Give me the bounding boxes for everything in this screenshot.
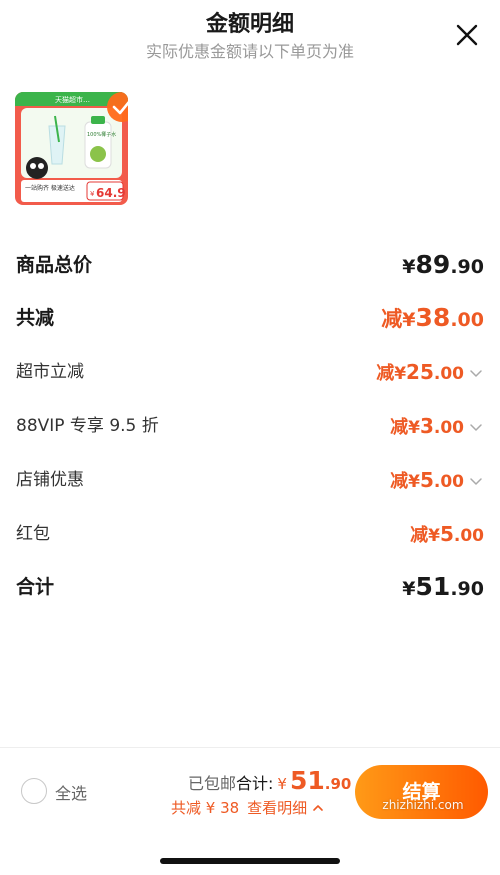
price-row-amount: ¥51.90: [402, 570, 484, 606]
amount-decimal: .00: [450, 309, 484, 331]
price-row: 合计 ¥51.90: [16, 570, 484, 604]
page-title: 金额明细: [205, 12, 294, 37]
view-detail-link[interactable]: 共减 ¥ 38 查看明细: [171, 797, 325, 818]
chevron-down-icon[interactable]: [468, 419, 484, 435]
currency-symbol: ¥: [402, 578, 416, 600]
price-row-amount: 减 ¥5.00: [410, 517, 484, 553]
price-row[interactable]: 店铺优惠 减 ¥5.00: [16, 463, 484, 497]
price-row-label: 超市立减: [16, 362, 84, 382]
price-row: 红包 减 ¥5.00: [16, 517, 484, 551]
amount-integer: 38: [415, 303, 451, 332]
discount-prefix: 减: [390, 417, 409, 438]
select-all-label: 全选: [55, 784, 88, 803]
currency-symbol: ¥: [408, 418, 420, 438]
chevron-up-icon: [313, 804, 323, 811]
price-row: 商品总价 ¥89.90: [16, 248, 484, 282]
amount-decimal: .00: [433, 418, 464, 438]
price-row-label: 共减: [16, 307, 55, 329]
close-icon: [456, 24, 478, 46]
product-tag-text: 100%椰子水: [87, 131, 116, 138]
total-amount-dec: .90: [324, 775, 352, 793]
total-amount-int: 51: [289, 766, 325, 795]
discount-summary: 共减 ¥ 38: [171, 799, 240, 817]
price-row[interactable]: 超市立减 减 ¥25.00: [16, 355, 484, 389]
page-subtitle: 实际优惠金额请以下单页为准: [145, 42, 354, 61]
currency-symbol: ¥: [408, 472, 420, 492]
amount-decimal: .90: [450, 578, 484, 600]
amount-integer: 51: [415, 572, 451, 601]
price-row-amount: 减 ¥3.00: [390, 409, 484, 445]
currency-symbol: ¥: [402, 256, 416, 278]
amount-decimal: .00: [453, 526, 484, 546]
discount-prefix: 减: [390, 471, 409, 492]
amount-decimal: .00: [433, 364, 464, 384]
currency-symbol: ¥: [394, 364, 407, 384]
price-badge-symbol: ¥: [90, 190, 95, 198]
amount-integer: 25: [406, 360, 434, 384]
price-row-label: 商品总价: [16, 254, 93, 276]
price-row-label: 合计: [16, 576, 55, 598]
amount-decimal: .90: [450, 256, 484, 278]
discount-prefix: 减: [376, 363, 395, 384]
amount-integer: 5: [439, 522, 454, 546]
price-row[interactable]: 88VIP 专享 9.5 折 减 ¥3.00: [16, 409, 484, 443]
discount-prefix: 减: [410, 525, 429, 546]
chevron-down-icon[interactable]: [468, 365, 484, 381]
price-row-label: 店铺优惠: [16, 470, 84, 490]
price-badge: 64.9: [96, 186, 126, 200]
currency-symbol: ¥: [428, 526, 440, 546]
price-row-label: 88VIP 专享 9.5 折: [16, 416, 159, 436]
price-row-amount: ¥89.90: [402, 248, 484, 284]
total-currency: ¥: [277, 775, 287, 793]
checkout-bar: 全选 已包邮 合计: ¥ 51 .90 共减 ¥ 38 查看明细 结算: [0, 747, 500, 875]
price-row: 共减 减 ¥38.00: [16, 301, 484, 335]
shipping-label: 已包邮: [188, 774, 237, 793]
close-button[interactable]: [454, 22, 480, 48]
amount-integer: 5: [419, 468, 434, 492]
product-banner-text: 天猫超市…: [55, 95, 90, 104]
price-row-amount: 减 ¥38.00: [381, 301, 484, 337]
detail-header: 金额明细 实际优惠金额请以下单页为准: [0, 0, 500, 70]
currency-symbol: ¥: [402, 309, 416, 331]
detail-link-label: 查看明细: [247, 799, 308, 817]
price-row-amount: 减 ¥5.00: [390, 463, 484, 499]
amount-decimal: .00: [433, 472, 464, 492]
home-indicator[interactable]: [160, 858, 340, 864]
amount-integer: 3: [419, 414, 434, 438]
total-summary: 已包邮 合计: ¥ 51 .90: [188, 766, 351, 795]
product-thumbnail: 天猫超市… 100%椰子水 一站购齐 极速送达 ¥ 64.9: [15, 92, 128, 205]
amount-integer: 89: [415, 250, 451, 279]
product-slogan-text: 一站购齐 极速送达: [25, 184, 75, 192]
discount-prefix: 减: [381, 307, 403, 331]
price-row-amount: 减 ¥25.00: [376, 355, 484, 391]
chevron-down-icon[interactable]: [468, 473, 484, 489]
checkout-button[interactable]: 结算: [355, 765, 488, 819]
price-row-label: 红包: [16, 524, 50, 544]
total-label: 合计:: [236, 774, 274, 793]
select-all-radio[interactable]: [21, 778, 47, 804]
